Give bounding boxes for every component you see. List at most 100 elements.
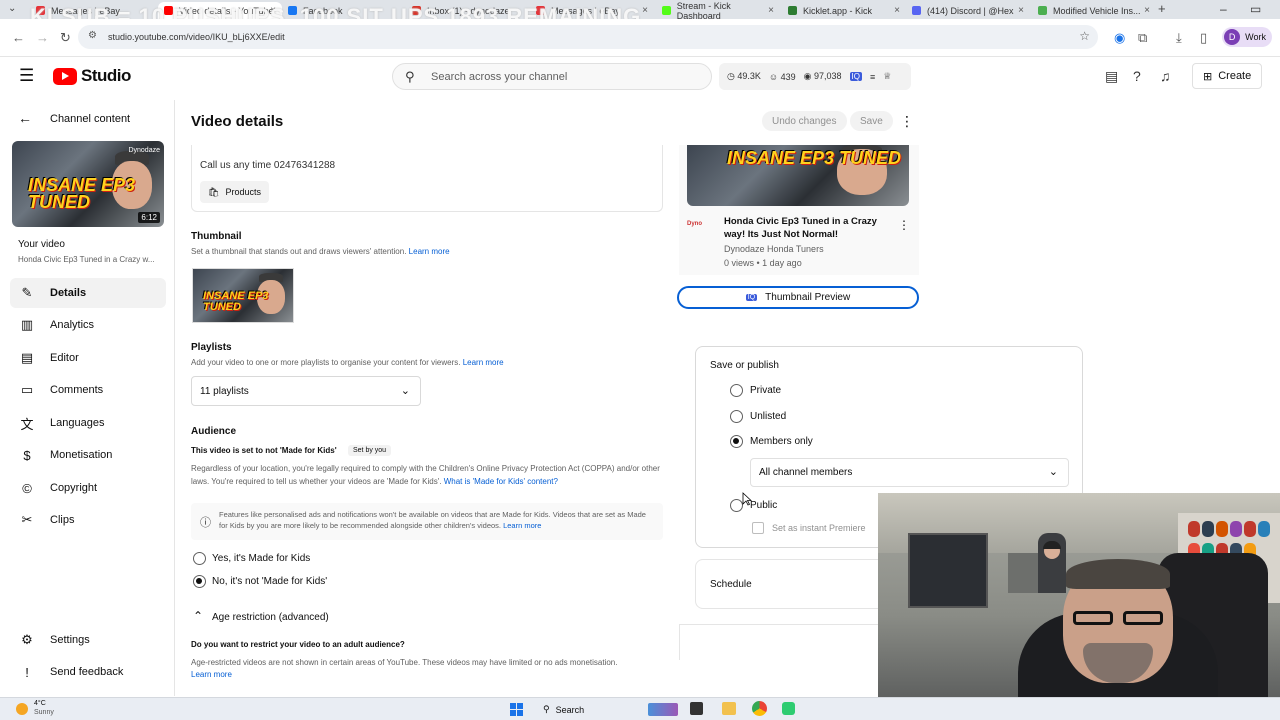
- age-restriction-learn-more-link[interactable]: Learn more: [191, 670, 232, 679]
- browser-tab-kicklet[interactable]: Kicklet.app - Kick ×: [782, 2, 906, 19]
- sidebar-item-copyright[interactable]: © Copyright: [10, 473, 166, 503]
- download-icon[interactable]: ⤓: [1176, 30, 1182, 46]
- back-arrow-icon[interactable]: ←: [18, 110, 32, 126]
- browser-tab-discord[interactable]: (414) Discord | @Hex ×: [906, 2, 1030, 19]
- save-button[interactable]: Save: [850, 111, 893, 131]
- made-for-kids-yes-label: Yes, it's Made for Kids: [212, 553, 311, 564]
- webcam-overlay: [878, 493, 1280, 697]
- sidebar-item-send-feedback[interactable]: ! Send feedback: [10, 657, 166, 687]
- bookmark-star-icon[interactable]: ☆: [1079, 29, 1090, 43]
- copyright-icon: ©: [22, 480, 32, 496]
- task-view-icon[interactable]: [690, 702, 703, 715]
- close-tab-icon[interactable]: ×: [1144, 5, 1150, 16]
- thumbnail-option[interactable]: INSANE EP3 TUNED: [192, 268, 294, 323]
- thumbnail-brand-text: Dynodaze: [128, 147, 160, 154]
- made-for-kids-yes-radio[interactable]: [193, 552, 206, 565]
- sidebar-item-monetisation[interactable]: $ Monetisation: [10, 440, 166, 470]
- sidebar-item-details[interactable]: ✎ Details: [10, 278, 166, 308]
- extension-icon[interactable]: ◉: [1114, 30, 1125, 46]
- info-learn-more-link[interactable]: Learn more: [503, 521, 541, 530]
- audience-status: This video is set to not 'Made for Kids': [191, 446, 337, 455]
- tab-search-icon[interactable]: ⌄: [8, 3, 16, 14]
- back-icon[interactable]: ←: [12, 30, 25, 45]
- undo-changes-button[interactable]: Undo changes: [762, 111, 847, 131]
- chevron-down-icon: ⌄: [400, 385, 410, 397]
- sidebar-item-analytics[interactable]: ▥ Analytics: [10, 310, 166, 340]
- close-tab-icon[interactable]: ×: [642, 5, 648, 16]
- comments-icon: ▭: [20, 382, 34, 397]
- url-field[interactable]: ⚙ studio.youtube.com/video/IKU_bLj6XXE/e…: [78, 25, 1098, 49]
- vidiq-icon[interactable]: IQ: [849, 72, 862, 81]
- subscribers-stat: ☺ 439: [768, 71, 796, 82]
- thumbnail-section-subtitle: Set a thumbnail that stands out and draw…: [191, 247, 450, 256]
- forward-icon[interactable]: →: [36, 30, 49, 45]
- playlists-learn-more-link[interactable]: Learn more: [463, 358, 504, 367]
- more-options-icon[interactable]: ⋮: [900, 113, 914, 130]
- reload-icon[interactable]: ↻: [60, 30, 71, 46]
- sidebar-video-title: Honda Civic Ep3 Tuned in a Crazy w...: [18, 255, 155, 264]
- windows-start-icon[interactable]: [510, 703, 523, 716]
- weather-sun-icon[interactable]: [16, 703, 28, 715]
- thumbnail-preview-button[interactable]: IQ Thumbnail Preview: [677, 286, 919, 309]
- made-for-kids-info-link[interactable]: What is 'Made for Kids' content?: [444, 477, 558, 486]
- made-for-kids-no-radio[interactable]: [193, 575, 206, 588]
- file-explorer-icon[interactable]: [722, 702, 736, 715]
- restore-icon[interactable]: ▭: [1250, 2, 1261, 16]
- hamburger-menu-icon[interactable]: ☰: [19, 66, 34, 86]
- products-button[interactable]: 🛍 Products: [200, 181, 269, 203]
- watch-time-stat: ◷ 49.3K: [727, 71, 761, 81]
- new-tab-icon[interactable]: +: [1158, 1, 1166, 16]
- chrome-icon[interactable]: [752, 701, 767, 716]
- visibility-unlisted-radio[interactable]: [730, 410, 743, 423]
- taskbar-search[interactable]: ⚲ Search: [535, 701, 592, 718]
- your-video-label: Your video: [18, 239, 65, 250]
- notifications-bell-icon[interactable]: ♫: [1160, 68, 1171, 84]
- close-tab-icon[interactable]: ×: [894, 5, 900, 16]
- extensions-puzzle-icon[interactable]: ⧉: [1138, 30, 1147, 46]
- browser-tab-insurance[interactable]: Modified Vehicle Ins... ×: [1032, 2, 1156, 19]
- channel-search-input[interactable]: ⚲ Search across your channel: [392, 63, 712, 90]
- trophy-icon[interactable]: ♕: [883, 71, 891, 82]
- close-tab-icon[interactable]: ×: [768, 5, 774, 16]
- kicklet-favicon-icon: [788, 6, 797, 15]
- browser-tab-kick[interactable]: Stream - Kick Dashboard ×: [656, 1, 780, 21]
- preview-more-icon[interactable]: ⋮: [898, 218, 910, 232]
- sidebar-item-settings[interactable]: ⚙ Settings: [10, 625, 166, 655]
- messages-icon[interactable]: ▤: [1105, 68, 1118, 85]
- description-text: Call us any time 02476341288: [200, 160, 336, 171]
- app-icon[interactable]: [782, 702, 795, 715]
- list-icon[interactable]: ≡: [870, 72, 875, 82]
- audience-body-text: Regardless of your location, you're lega…: [191, 464, 660, 486]
- sidebar-item-languages[interactable]: 文 Languages: [10, 408, 166, 438]
- youtube-studio-logo[interactable]: Studio: [53, 66, 131, 86]
- sidebar-item-editor[interactable]: ▤ Editor: [10, 343, 166, 373]
- visibility-private-radio[interactable]: [730, 384, 743, 397]
- visibility-members-radio[interactable]: [730, 435, 743, 448]
- audience-section-title: Audience: [191, 426, 237, 437]
- sidebar-video-thumbnail[interactable]: INSANE EP3 TUNED Dynodaze 6:12: [12, 141, 164, 227]
- sidebar-toggle-icon[interactable]: ▯: [1200, 30, 1207, 46]
- sidebar-item-clips[interactable]: ✂ Clips: [10, 505, 166, 535]
- chevron-up-icon[interactable]: ⌃: [193, 609, 203, 623]
- thumbnail-learn-more-link[interactable]: Learn more: [409, 247, 450, 256]
- minimize-icon[interactable]: –: [1220, 2, 1227, 16]
- channel-stats-extension[interactable]: ◷ 49.3K ☺ 439 ◉ 97,038 IQ ≡ ♕: [719, 63, 911, 90]
- channel-content-link[interactable]: Channel content: [50, 113, 130, 125]
- widgets-icon[interactable]: [648, 703, 678, 716]
- sidebar-item-comments[interactable]: ▭ Comments: [10, 375, 166, 405]
- profile-button[interactable]: D Work: [1222, 27, 1272, 47]
- playlists-dropdown[interactable]: 11 playlists ⌄: [191, 376, 421, 406]
- age-restriction-toggle[interactable]: Age restriction (advanced): [212, 612, 329, 623]
- close-tab-icon[interactable]: ×: [1018, 5, 1024, 16]
- mouse-cursor-icon: [742, 492, 752, 506]
- members-audience-dropdown[interactable]: All channel members ⌄: [750, 458, 1069, 487]
- preview-thumbnail[interactable]: INSANE EP3 TUNED: [687, 145, 909, 206]
- site-info-icon[interactable]: ⚙: [88, 30, 97, 41]
- create-button[interactable]: ⊞ Create: [1192, 63, 1263, 89]
- preview-meta: 0 views • 1 day ago: [724, 258, 802, 268]
- instant-premiere-checkbox[interactable]: [752, 522, 764, 534]
- description-field[interactable]: Call us any time 02476341288 🛍 Products: [191, 145, 663, 212]
- editor-icon: ▤: [20, 350, 34, 365]
- help-icon[interactable]: ?: [1133, 68, 1141, 84]
- thumbnail-title-text: INSANE EP3 TUNED: [28, 175, 136, 212]
